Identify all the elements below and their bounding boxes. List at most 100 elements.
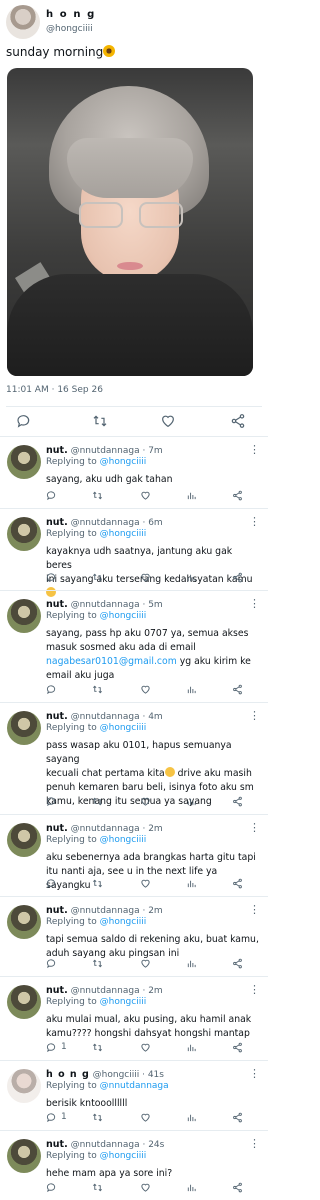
reply-time[interactable]: 6m [148,518,163,528]
reply-handle[interactable]: @nnutdannaga [71,906,140,916]
reply-icon[interactable] [46,794,61,808]
reply-name[interactable]: nut. [46,445,68,456]
reply-tweet[interactable]: nut. @nnutdannaga · 4m ⋮ Replying to @ho… [0,702,268,814]
retweet-icon[interactable] [92,570,103,584]
retweet-icon[interactable] [92,682,103,696]
reply-name[interactable]: nut. [46,517,68,528]
reply-tweet[interactable]: nut. @nnutdannaga · 24s ⋮ Replying to @h… [0,1130,268,1200]
more-options-icon[interactable]: ⋮ [249,597,260,610]
like-icon[interactable] [140,488,151,502]
display-name[interactable]: h o n g [46,9,96,20]
reply-icon[interactable]: 1 [46,1040,67,1054]
share-icon[interactable] [232,1180,243,1194]
reply-tweet[interactable]: nut. @nnutdannaga · 7m ⋮ Replying to @ho… [0,436,268,508]
like-icon[interactable] [140,876,151,890]
reply-time[interactable]: 2m [148,824,163,834]
views-icon[interactable] [186,682,197,696]
reply-tweet[interactable]: nut. @nnutdannaga · 5m ⋮ Replying to @ho… [0,590,268,702]
reply-handle[interactable]: @nnutdannaga [71,712,140,722]
reply-time[interactable]: 2m [148,906,163,916]
avatar[interactable] [7,905,41,939]
more-options-icon[interactable]: ⋮ [249,1067,260,1080]
reply-name[interactable]: nut. [46,599,68,610]
share-icon[interactable] [232,876,243,890]
avatar[interactable] [7,445,41,479]
views-icon[interactable] [186,1180,197,1194]
more-options-icon[interactable]: ⋮ [249,709,260,722]
reply-time[interactable]: 2m [148,986,163,996]
more-options-icon[interactable]: ⋮ [249,821,260,834]
tweet-timestamp[interactable]: 11:01 AM · 16 Sep 26 [6,385,103,395]
views-icon[interactable] [186,570,197,584]
reply-name[interactable]: nut. [46,905,68,916]
share-icon[interactable] [230,413,248,431]
reply-tweet[interactable]: h o n g @hongciiii · 41s ⋮ Replying to @… [0,1060,268,1130]
avatar[interactable] [6,5,40,39]
reply-tweet[interactable]: nut. @nnutdannaga · 6m ⋮ Replying to @ho… [0,508,268,597]
mention-link[interactable]: @nnutdannaga [100,1081,169,1091]
reply-time[interactable]: 7m [148,446,163,456]
retweet-icon[interactable] [92,488,103,502]
avatar[interactable] [7,517,41,551]
retweet-icon[interactable] [92,794,103,808]
reply-name[interactable]: nut. [46,711,68,722]
share-icon[interactable] [232,682,243,696]
reply-time[interactable]: 24s [148,1140,164,1150]
mention-link[interactable]: @hongciiii [100,835,147,845]
reply-icon[interactable] [46,682,61,696]
reply-handle[interactable]: @hongciiii [93,1070,140,1080]
share-icon[interactable] [232,1110,243,1124]
more-options-icon[interactable]: ⋮ [249,1137,260,1150]
reply-time[interactable]: 41s [148,1070,164,1080]
more-options-icon[interactable]: ⋮ [249,443,260,456]
mention-link[interactable]: @hongciiii [100,611,147,621]
views-icon[interactable] [186,956,197,970]
reply-tweet[interactable]: nut. @nnutdannaga · 2m ⋮ Replying to @ho… [0,976,268,1060]
reply-icon[interactable] [46,488,61,502]
mention-link[interactable]: @hongciiii [100,457,147,467]
reply-handle[interactable]: @nnutdannaga [71,1140,140,1150]
reply-name[interactable]: h o n g [46,1069,90,1080]
retweet-icon[interactable] [92,1040,103,1054]
views-icon[interactable] [186,1110,197,1124]
mention-link[interactable]: @hongciiii [100,723,147,733]
retweet-icon[interactable] [92,956,103,970]
email-link[interactable]: nagabesar0101@gmail.com [46,656,177,667]
reply-time[interactable]: 4m [148,712,163,722]
reply-name[interactable]: nut. [46,1139,68,1150]
retweet-icon[interactable] [92,876,103,890]
like-icon[interactable] [140,570,151,584]
like-icon[interactable] [140,794,151,808]
reply-tweet[interactable]: nut. @nnutdannaga · 2m ⋮ Replying to @ho… [0,896,268,976]
avatar[interactable] [7,1069,41,1103]
retweet-icon[interactable] [92,1180,103,1194]
share-icon[interactable] [232,794,243,808]
reply-icon[interactable]: 1 [46,1110,67,1124]
reply-handle[interactable]: @nnutdannaga [71,600,140,610]
views-icon[interactable] [186,488,197,502]
more-options-icon[interactable]: ⋮ [249,983,260,996]
tweet-photo[interactable] [7,68,253,376]
like-icon[interactable] [140,1040,151,1054]
share-icon[interactable] [232,488,243,502]
reply-handle[interactable]: @nnutdannaga [71,986,140,996]
reply-handle[interactable]: @nnutdannaga [71,446,140,456]
reply-icon[interactable] [46,956,61,970]
like-icon[interactable] [140,682,151,696]
reply-icon[interactable] [16,413,34,431]
mention-link[interactable]: @hongciiii [100,529,147,539]
reply-name[interactable]: nut. [46,985,68,996]
avatar[interactable] [7,711,41,745]
reply-handle[interactable]: @nnutdannaga [71,518,140,528]
avatar[interactable] [7,599,41,633]
more-options-icon[interactable]: ⋮ [249,515,260,528]
share-icon[interactable] [232,570,243,584]
like-icon[interactable] [140,956,151,970]
reply-icon[interactable] [46,570,61,584]
retweet-icon[interactable] [92,1110,103,1124]
share-icon[interactable] [232,956,243,970]
handle[interactable]: @hongciiii [46,24,93,34]
more-options-icon[interactable]: ⋮ [249,903,260,916]
share-icon[interactable] [232,1040,243,1054]
mention-link[interactable]: @hongciiii [100,917,147,927]
